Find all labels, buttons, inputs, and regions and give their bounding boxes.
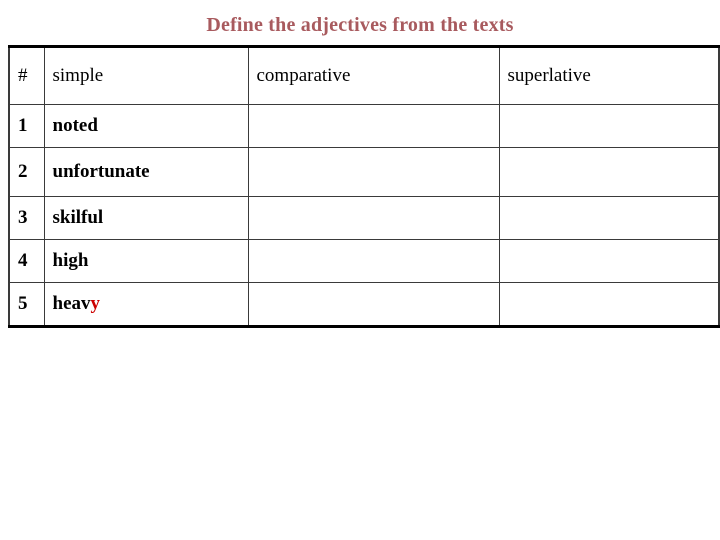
adjectives-table: # simple comparative superlative 1 noted… (8, 45, 720, 328)
column-header-superlative: superlative (498, 46, 720, 105)
table-row: 5 heavy (8, 282, 720, 327)
table-header-row: # simple comparative superlative (8, 46, 720, 105)
cell-comparative-blank[interactable] (247, 104, 500, 148)
adjective-highlighted-suffix: y (90, 293, 101, 314)
cell-superlative-blank[interactable] (498, 239, 720, 283)
column-header-comparative: comparative (247, 46, 500, 105)
cell-simple-adjective: high (43, 239, 249, 283)
column-header-number: # (8, 46, 45, 105)
slide-canvas: Define the adjectives from the texts # s… (0, 0, 720, 540)
adjectives-table-container: # simple comparative superlative 1 noted… (8, 45, 720, 328)
row-number: 4 (8, 239, 45, 283)
table-row: 2 unfortunate (8, 147, 720, 197)
page-title: Define the adjectives from the texts (206, 14, 514, 36)
row-number: 2 (8, 147, 45, 197)
cell-comparative-blank[interactable] (247, 147, 500, 197)
cell-comparative-blank[interactable] (247, 239, 500, 283)
cell-comparative-blank[interactable] (247, 196, 500, 240)
cell-simple-adjective: heavy (43, 282, 249, 327)
cell-simple-adjective: noted (43, 104, 249, 148)
cell-superlative-blank[interactable] (498, 147, 720, 197)
cell-comparative-blank[interactable] (247, 282, 500, 327)
row-number: 3 (8, 196, 45, 240)
column-header-simple: simple (43, 46, 249, 105)
cell-simple-adjective: skilful (43, 196, 249, 240)
row-number: 5 (8, 282, 45, 327)
table-row: 3 skilful (8, 196, 720, 240)
adjective-stem: heav (52, 293, 91, 314)
cell-superlative-blank[interactable] (498, 282, 720, 327)
cell-simple-adjective: unfortunate (43, 147, 249, 197)
cell-superlative-blank[interactable] (498, 104, 720, 148)
table-row: 1 noted (8, 104, 720, 148)
row-number: 1 (8, 104, 45, 148)
table-row: 4 high (8, 239, 720, 283)
cell-superlative-blank[interactable] (498, 196, 720, 240)
